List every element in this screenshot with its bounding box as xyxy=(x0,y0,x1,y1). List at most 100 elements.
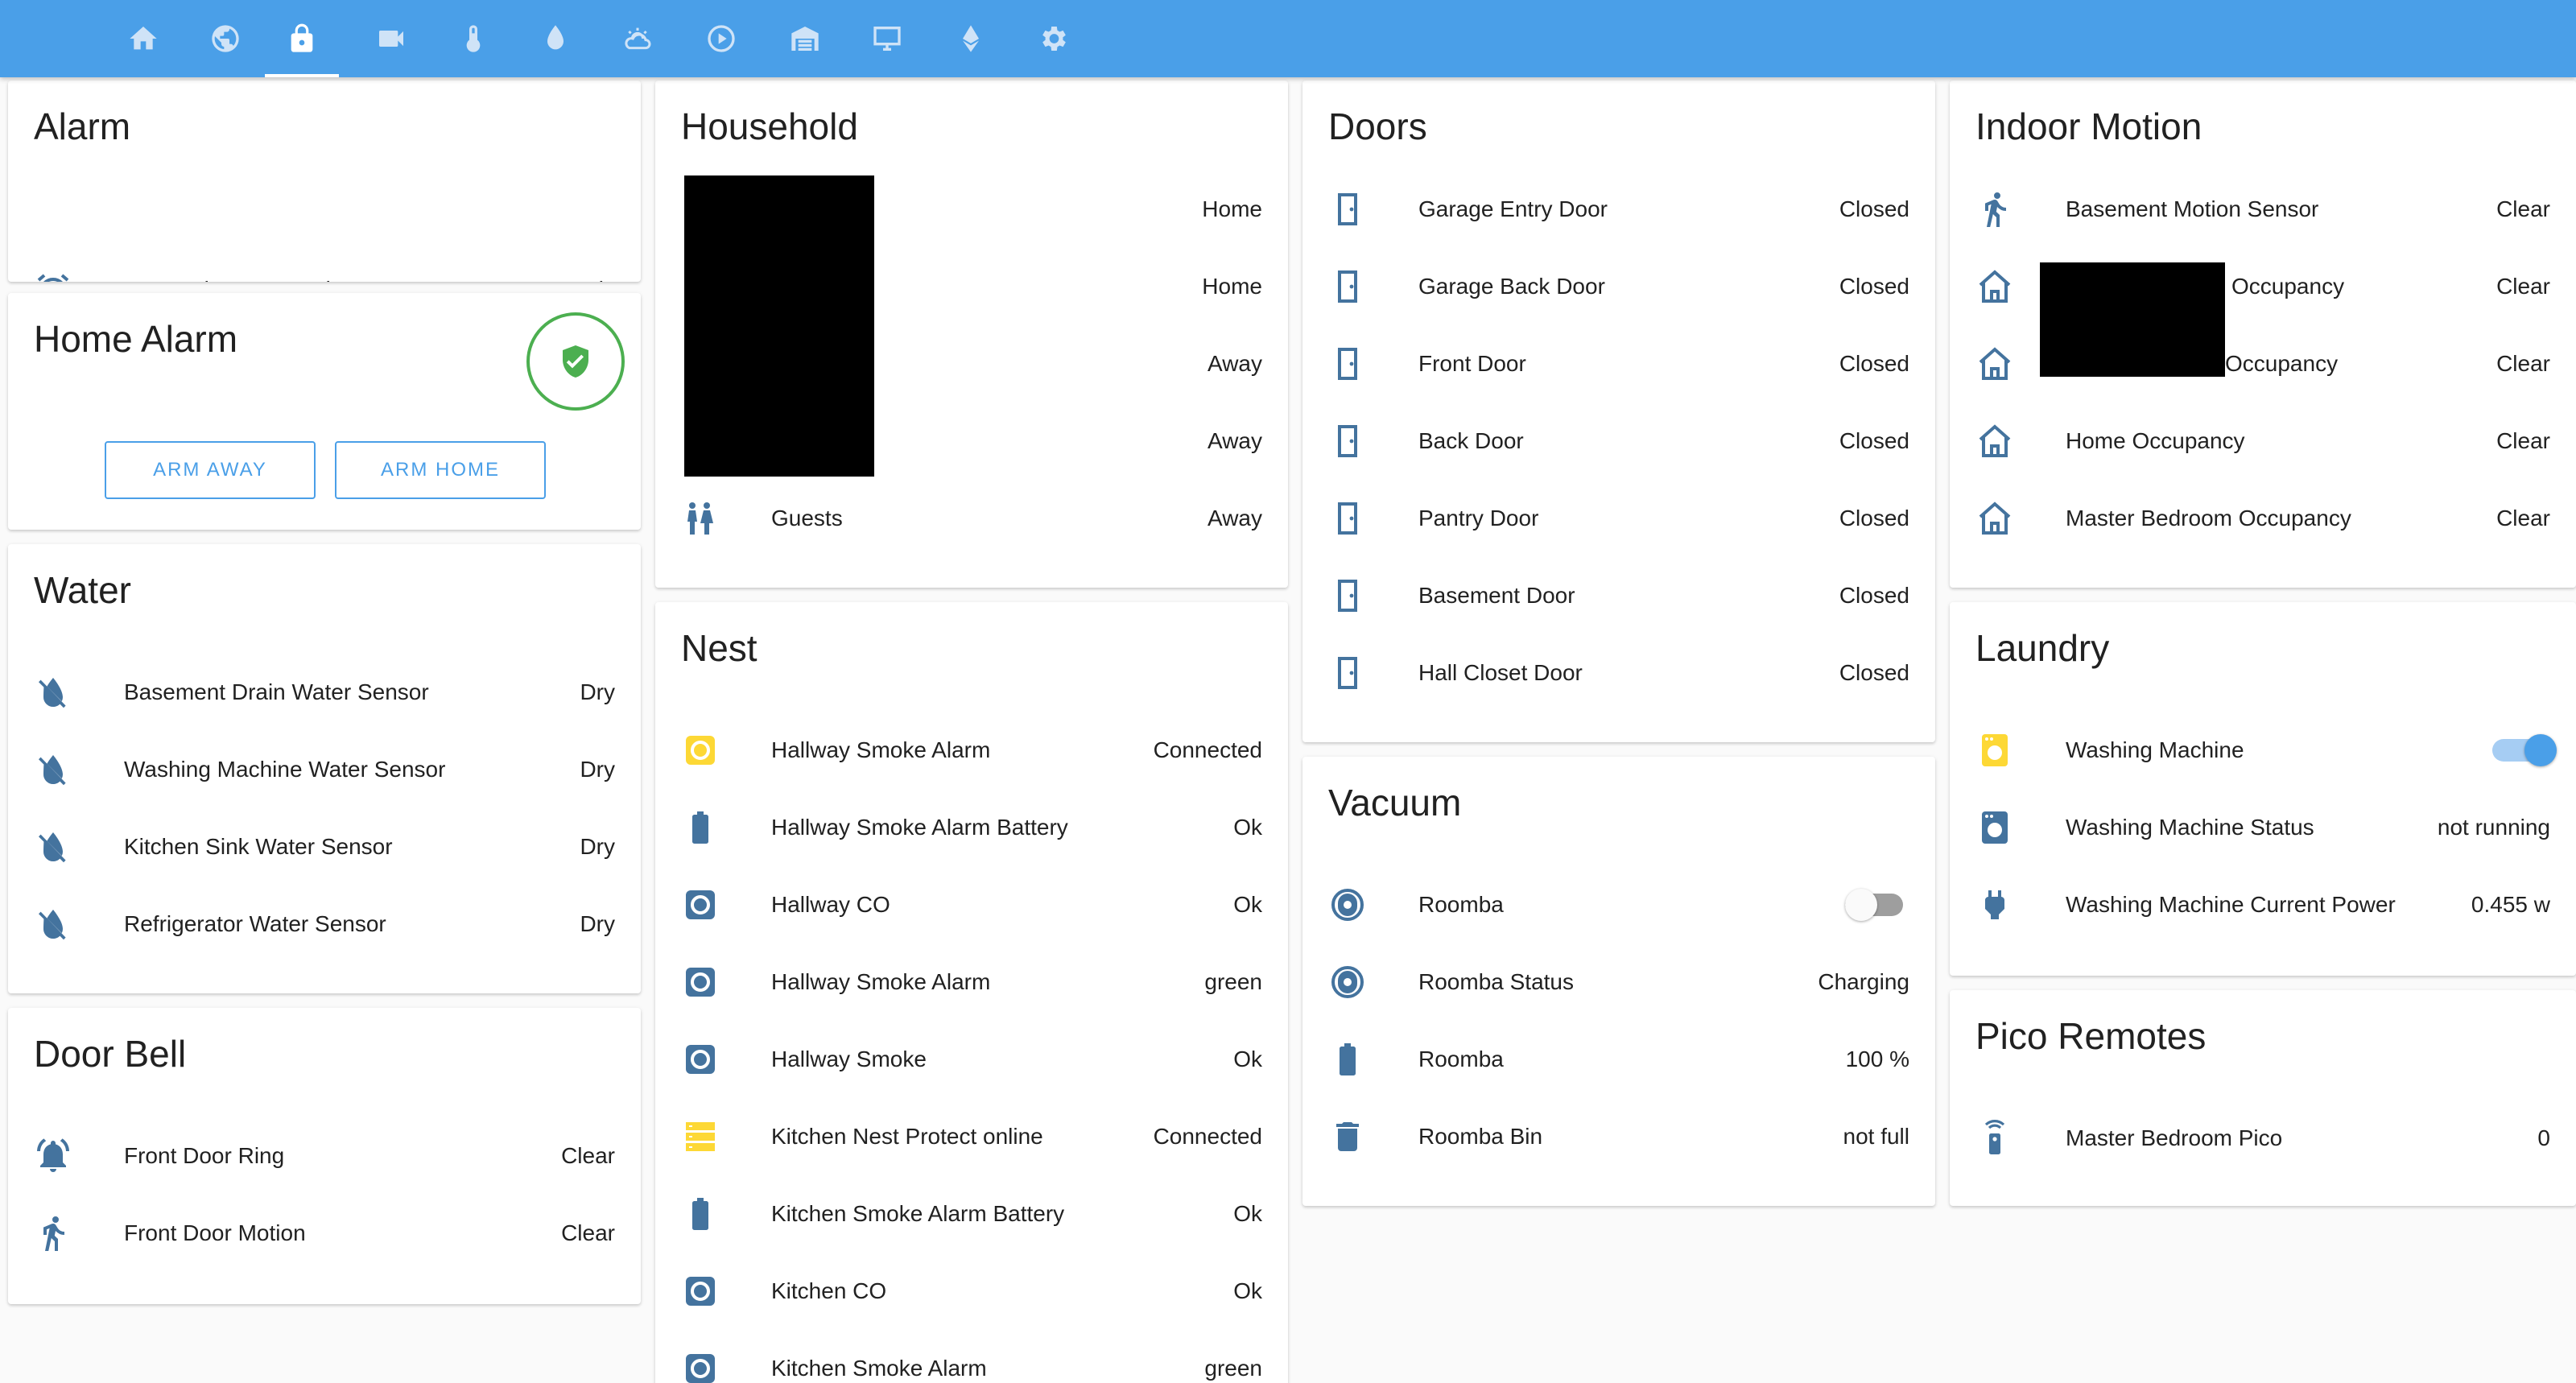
entity-state: Away xyxy=(1208,351,1262,376)
garage-icon xyxy=(791,27,819,51)
tab-home[interactable] xyxy=(103,0,184,77)
entity-row[interactable]: Hallway Smoke Ok xyxy=(655,1021,1288,1098)
walking-person-icon xyxy=(34,1214,72,1253)
entity-row[interactable]: Basement Drain Water Sensor Dry xyxy=(8,654,641,731)
entity-row[interactable]: Garage Entry Door Closed xyxy=(1302,171,1935,248)
entity-row[interactable]: Hallway Smoke Alarm Connected xyxy=(655,712,1288,789)
door-closed-icon xyxy=(1328,267,1367,306)
washing-machine-toggle-knob xyxy=(2524,734,2557,766)
entity-state: Closed xyxy=(1839,428,1909,453)
entity-state: 100 % xyxy=(1845,1047,1909,1071)
entity-row[interactable]: Kitchen Sink Water Sensor Dry xyxy=(8,808,641,886)
entity-row[interactable]: Kitchen CO Ok xyxy=(655,1253,1288,1330)
entity-state: not running xyxy=(2437,815,2550,840)
smoke-detector-icon xyxy=(681,1349,720,1383)
entity-row[interactable]: Back Door Closed xyxy=(1302,403,1935,480)
washing-machine-icon xyxy=(1975,731,2014,770)
entity-row[interactable]: Basement Door Closed xyxy=(1302,557,1935,634)
arm-away-button[interactable]: ARM AWAY xyxy=(105,441,316,499)
entity-row[interactable]: Home Alarm Keypad Ready xyxy=(8,251,641,282)
water-off-icon xyxy=(34,828,72,866)
entity-row[interactable]: Hall Closet Door Closed xyxy=(1302,634,1935,712)
roomba-toggle-knob xyxy=(1845,889,1877,921)
entity-row[interactable]: Home xyxy=(655,248,1288,325)
entity-row[interactable]: Roomba 100 % xyxy=(1302,1021,1935,1098)
entity-row[interactable]: Home xyxy=(655,171,1288,248)
entity-row[interactable]: Away xyxy=(655,403,1288,480)
entity-row[interactable]: Washing Machine Status not running xyxy=(1950,789,2576,866)
entity-name: Hallway CO xyxy=(771,892,890,917)
entity-row[interactable]: Hallway Smoke Alarm green xyxy=(655,943,1288,1021)
card-title: Indoor Motion xyxy=(1975,105,2202,147)
door-closed-icon xyxy=(1328,345,1367,383)
entity-name: Front Door Motion xyxy=(124,1220,306,1245)
door-closed-icon xyxy=(1328,422,1367,460)
card-title: Doors xyxy=(1328,105,1427,147)
battery-icon xyxy=(681,808,720,847)
doors-card: Doors Garage Entry Door Closed Garage Ba… xyxy=(1302,81,1935,742)
arm-home-button[interactable]: ARM HOME xyxy=(335,441,546,499)
bell-ring-icon xyxy=(34,1137,72,1175)
tab-garage[interactable] xyxy=(765,0,845,77)
household-card: Household Home Home Away Away Guests Awa… xyxy=(655,81,1288,588)
tab-crypto[interactable] xyxy=(931,0,1011,77)
entity-row[interactable]: Away xyxy=(655,325,1288,403)
entity-row[interactable]: Master Bedroom Occupancy Clear xyxy=(1950,480,2576,557)
entity-row[interactable]: Hallway Smoke Alarm Battery Ok xyxy=(655,789,1288,866)
entity-row[interactable]: Washing Machine Current Power 0.455 w xyxy=(1950,866,2576,943)
tab-water[interactable] xyxy=(515,0,596,77)
entity-row[interactable]: Roomba xyxy=(1302,866,1935,943)
entity-state: Ok xyxy=(1233,1278,1262,1303)
entity-row[interactable]: Front Door Closed xyxy=(1302,325,1935,403)
server-icon xyxy=(681,1117,720,1156)
home-outline-icon xyxy=(1975,345,2014,383)
entity-state: Home xyxy=(1202,274,1262,299)
home-outline-icon xyxy=(1975,499,2014,538)
entity-name: Kitchen Smoke Alarm xyxy=(771,1356,987,1381)
tab-security[interactable] xyxy=(262,0,342,77)
alarm-status-badge[interactable] xyxy=(526,312,625,411)
entity-row[interactable]: Front Door Motion Clear xyxy=(8,1195,641,1272)
entity-name: Home Occupancy xyxy=(2066,428,2245,453)
tab-monitor[interactable] xyxy=(847,0,927,77)
entity-name: Master Bedroom Occupancy xyxy=(2066,506,2351,530)
card-title: Home Alarm xyxy=(34,318,238,360)
tab-media[interactable] xyxy=(681,0,762,77)
tab-weather[interactable] xyxy=(597,0,678,77)
entity-row[interactable]: Master Bedroom Pico 0 xyxy=(1950,1100,2576,1177)
entity-row[interactable]: Front Door Ring Clear xyxy=(8,1117,641,1195)
video-camera-icon xyxy=(379,31,403,47)
entity-state: Clear xyxy=(2496,196,2550,221)
entity-row[interactable]: Garage Back Door Closed xyxy=(1302,248,1935,325)
smoke-detector-icon xyxy=(681,731,720,770)
battery-icon xyxy=(1328,1040,1367,1079)
redacted-block xyxy=(2040,262,2225,377)
entity-row[interactable]: Kitchen Nest Protect online Connected xyxy=(655,1098,1288,1175)
entity-row[interactable]: Hallway CO Ok xyxy=(655,866,1288,943)
entity-row[interactable]: Home Occupancy Clear xyxy=(1950,403,2576,480)
entity-row[interactable]: Washing Machine Water Sensor Dry xyxy=(8,731,641,808)
entity-row[interactable]: Washing Machine xyxy=(1950,712,2576,789)
tab-climate[interactable] xyxy=(433,0,514,77)
entity-row[interactable]: Pantry Door Closed xyxy=(1302,480,1935,557)
tab-settings[interactable] xyxy=(1013,0,1093,77)
entity-row[interactable]: Kitchen Smoke Alarm green xyxy=(655,1330,1288,1383)
entity-state: Ok xyxy=(1233,815,1262,840)
entity-row[interactable]: Basement Motion Sensor Clear xyxy=(1950,171,2576,248)
smoke-detector-icon xyxy=(681,1040,720,1079)
card-title: Vacuum xyxy=(1328,782,1462,824)
entity-row[interactable]: Refrigerator Water Sensor Dry xyxy=(8,886,641,963)
entity-row[interactable]: Roomba Status Charging xyxy=(1302,943,1935,1021)
tab-cameras[interactable] xyxy=(351,0,431,77)
entity-name: Guests xyxy=(771,506,843,530)
entity-name: Occupancy xyxy=(2225,351,2339,376)
entity-row[interactable]: Kitchen Smoke Alarm Battery Ok xyxy=(655,1175,1288,1253)
entity-name: Refrigerator Water Sensor xyxy=(124,911,386,936)
entity-state: 0 xyxy=(2537,1125,2550,1150)
entity-name: Basement Motion Sensor xyxy=(2066,196,2319,221)
entity-state: green xyxy=(1204,969,1262,994)
entity-row[interactable]: Guests Away xyxy=(655,480,1288,557)
entity-name: Hallway Smoke Alarm xyxy=(771,737,991,762)
tab-map[interactable] xyxy=(185,0,266,77)
entity-row[interactable]: Roomba Bin not full xyxy=(1302,1098,1935,1175)
